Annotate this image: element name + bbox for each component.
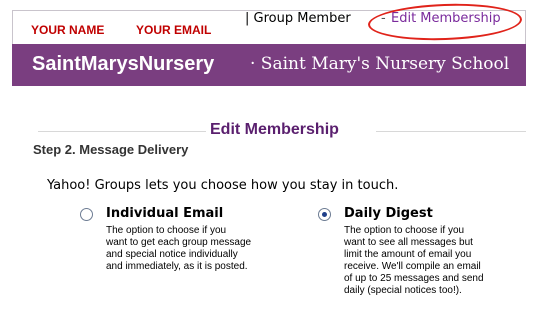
option-desc-line: limit the amount of email you xyxy=(344,249,472,260)
member-status: | Group Member xyxy=(245,11,351,26)
section-divider-right xyxy=(376,131,526,132)
option-desc-line: and special notice individually xyxy=(106,249,238,260)
daily-digest-description: The option to choose if you want to see … xyxy=(344,225,484,297)
daily-digest-radio[interactable] xyxy=(318,208,331,221)
individual-email-radio[interactable] xyxy=(80,208,93,221)
option-desc-line: want to see all messages but xyxy=(344,237,473,248)
individual-email-label[interactable]: Individual Email xyxy=(106,206,223,221)
option-desc-line: and immediately, as it is posted. xyxy=(106,261,248,272)
section-divider-left xyxy=(38,131,206,132)
option-desc-line: want to get each group message xyxy=(106,237,252,248)
group-header-bar: SaintMarysNursery · Saint Mary's Nursery… xyxy=(12,44,526,86)
option-desc-line: of up to 25 messages and send xyxy=(344,273,484,284)
daily-digest-label[interactable]: Daily Digest xyxy=(344,206,433,221)
option-desc-line: The option to choose if you xyxy=(106,225,227,236)
group-name[interactable]: SaintMarysNursery xyxy=(32,53,214,76)
step-title: Step 2. Message Delivery xyxy=(33,142,189,157)
your-email-link[interactable]: YOUR EMAIL xyxy=(136,23,211,37)
group-description: · Saint Mary's Nursery School xyxy=(250,54,510,74)
section-title: Edit Membership xyxy=(210,121,339,138)
intro-text: Yahoo! Groups lets you choose how you st… xyxy=(47,178,399,193)
individual-email-description: The option to choose if you want to get … xyxy=(106,225,251,273)
your-name-link[interactable]: YOUR NAME xyxy=(31,23,104,37)
option-desc-line: receive. We'll compile an email xyxy=(344,261,481,272)
option-desc-line: daily (special notices too!). xyxy=(344,285,462,296)
option-desc-line: The option to choose if you xyxy=(344,225,465,236)
